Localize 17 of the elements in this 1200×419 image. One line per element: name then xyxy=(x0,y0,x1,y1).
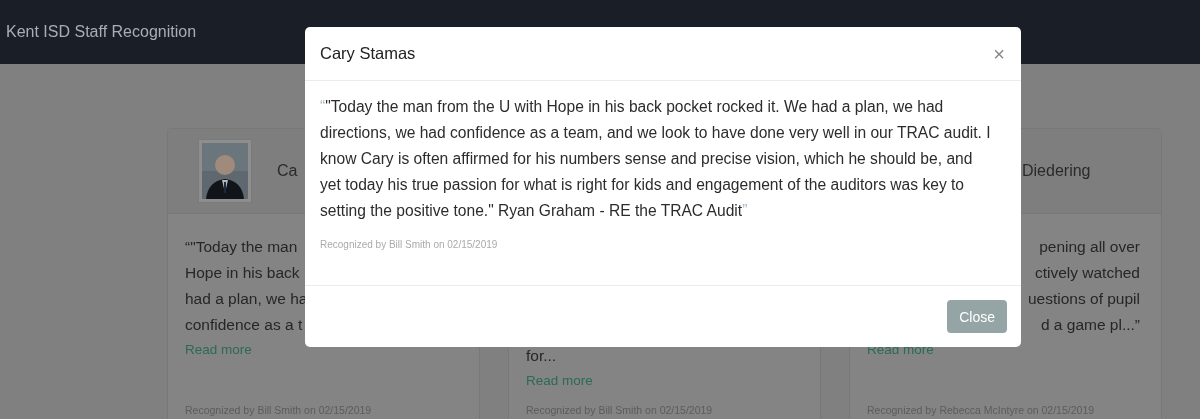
close-button[interactable]: Close xyxy=(947,300,1007,333)
message-text: Hope in his back xyxy=(185,263,300,283)
site-title[interactable]: Kent ISD Staff Recognition xyxy=(6,23,197,41)
message-text: “"Today the man from the U with Hope in his back pocket rocked it. We had a plan, we had directions, we had confidence as a team, and we look to have done very well in our TRAC audit. I know Cary is often affirmed for his numbers sense and precise vision, which he should be, and yet today his true passion for what is right for kids and engagement of the auditors was key to setting the positive tone." Ryan Graham - RE the TRAC Audit” xyxy=(320,97,992,221)
message-text: pening all over xyxy=(1039,237,1140,257)
message-text: d a game pl...” xyxy=(1040,315,1140,335)
person-name: Ca xyxy=(277,162,298,180)
message-text: “"Today the man xyxy=(185,237,298,257)
message-text: confidence as a t xyxy=(185,315,303,335)
message-text: for... xyxy=(526,346,557,366)
modal-title: Cary Stamas xyxy=(320,44,416,63)
person-name: Diedering xyxy=(1022,162,1091,180)
message-text: uestions of pupil xyxy=(1027,289,1140,309)
read-more-link[interactable]: Read more xyxy=(526,369,593,393)
message-text: ctively watched xyxy=(1034,263,1140,283)
read-more-link[interactable]: Read more xyxy=(185,338,252,362)
recognized-by-text: Recognized by Bill Smith on 02/15/2019 xyxy=(320,239,498,250)
